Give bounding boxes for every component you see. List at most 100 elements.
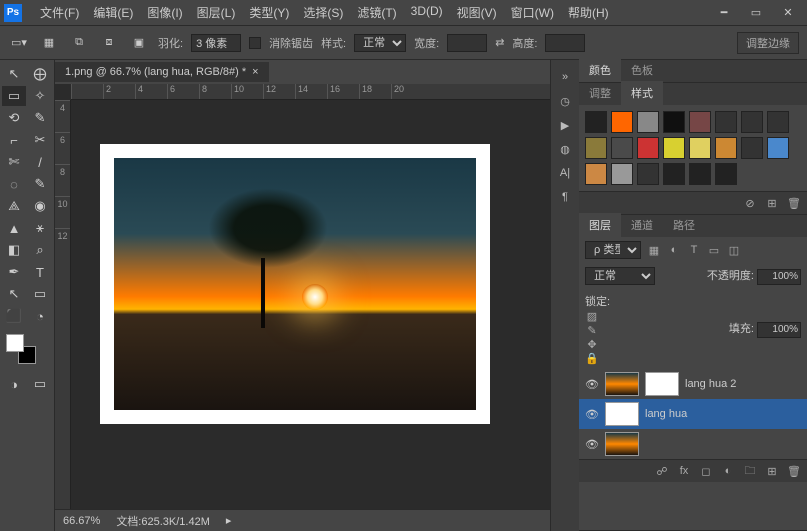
style-swatch[interactable] (611, 137, 633, 159)
quickmask-button[interactable]: ◑ (2, 374, 26, 394)
menu-item[interactable]: 选择(S) (297, 0, 349, 25)
menu-item[interactable]: 帮助(H) (562, 0, 615, 25)
delete-style-icon[interactable]: 🗑 (787, 196, 801, 210)
menu-item[interactable]: 滤镜(T) (351, 0, 402, 25)
menu-item[interactable]: 3D(D) (405, 0, 449, 25)
layer-thumbnail[interactable] (605, 372, 639, 396)
layer-thumbnail[interactable] (605, 402, 639, 426)
tool-button[interactable]: ⟲ (2, 108, 26, 128)
style-swatch[interactable] (611, 111, 633, 133)
menu-item[interactable]: 文件(F) (34, 0, 85, 25)
menu-item[interactable]: 窗口(W) (505, 0, 560, 25)
style-swatch[interactable] (585, 163, 607, 185)
filter-shape-icon[interactable]: ▭ (707, 243, 721, 257)
canvas[interactable] (100, 144, 490, 424)
style-select[interactable]: 正常 (354, 34, 406, 52)
layer-row[interactable]: 👁 (579, 429, 807, 459)
tool-button[interactable]: / (28, 152, 52, 172)
zoom-display[interactable]: 66.67% (63, 515, 100, 527)
style-swatch[interactable] (715, 163, 737, 185)
tool-button[interactable]: ⟁ (2, 196, 26, 216)
layer-fx-icon[interactable]: fx (677, 464, 691, 478)
tool-button[interactable]: ✄ (2, 152, 26, 172)
new-layer-icon[interactable]: ⊞ (765, 464, 779, 478)
style-swatch[interactable] (715, 111, 737, 133)
visibility-icon[interactable]: 👁 (585, 378, 599, 391)
menu-item[interactable]: 视图(V) (451, 0, 503, 25)
fill-input[interactable] (757, 322, 801, 338)
style-swatch[interactable] (741, 111, 763, 133)
style-swatch[interactable] (663, 163, 685, 185)
layer-name[interactable]: lang hua (645, 408, 687, 420)
style-swatch[interactable] (689, 111, 711, 133)
style-swatch[interactable] (741, 137, 763, 159)
styles-tab[interactable]: 样式 (621, 81, 663, 105)
antialias-checkbox[interactable] (249, 37, 261, 49)
menu-item[interactable]: 图层(L) (191, 0, 242, 25)
tool-button[interactable]: ◌ (2, 174, 26, 194)
style-swatch[interactable] (689, 163, 711, 185)
style-swatch[interactable] (689, 137, 711, 159)
tool-button[interactable]: ✒ (2, 262, 26, 282)
tool-button[interactable]: ⚹ (28, 218, 52, 238)
layer-row[interactable]: 👁 lang hua 2 (579, 369, 807, 399)
style-swatch[interactable] (611, 163, 633, 185)
filter-pixel-icon[interactable]: ▦ (647, 243, 661, 257)
document-tab[interactable]: 1.png @ 66.7% (lang hua, RGB/8#) * × (55, 62, 269, 82)
visibility-icon[interactable]: 👁 (585, 408, 599, 421)
canvas-viewport[interactable]: 2468101214161820 4681012 (55, 84, 550, 509)
lock-pixel-icon[interactable]: ✎ (585, 323, 599, 337)
visibility-icon[interactable]: 👁 (585, 438, 599, 451)
layer-name[interactable]: lang hua 2 (685, 378, 736, 390)
tool-button[interactable]: ◧ (2, 240, 26, 260)
refine-edge-button[interactable]: 调整边缘 (737, 32, 799, 54)
filter-adjust-icon[interactable]: ◐ (667, 243, 681, 257)
opacity-input[interactable] (757, 269, 801, 285)
selection-sub-icon[interactable]: ⧈ (98, 32, 120, 54)
group-icon[interactable]: 🗀 (743, 464, 757, 478)
mask-thumbnail[interactable] (645, 372, 679, 396)
tool-button[interactable]: ↖ (2, 64, 26, 84)
expand-icon[interactable]: » (553, 66, 577, 88)
style-swatch[interactable] (663, 137, 685, 159)
style-swatch[interactable] (637, 163, 659, 185)
tool-button[interactable]: ✎ (28, 108, 52, 128)
selection-add-icon[interactable]: ⧉ (68, 32, 90, 54)
delete-layer-icon[interactable]: 🗑 (787, 464, 801, 478)
tool-button[interactable]: ⌐ (2, 130, 26, 150)
style-swatch[interactable] (663, 111, 685, 133)
selection-intersect-icon[interactable]: ▣ (128, 32, 150, 54)
tool-button[interactable]: ⬛ (2, 306, 26, 326)
tool-button[interactable]: ▭ (28, 284, 52, 304)
history-icon[interactable]: ◷ (553, 90, 577, 112)
width-input[interactable] (447, 34, 487, 52)
tool-button[interactable]: ✂ (28, 130, 52, 150)
lock-all-icon[interactable]: 🔒 (585, 351, 599, 365)
tool-button[interactable]: ▭ (2, 86, 26, 106)
minimize-button[interactable]: ━ (709, 4, 739, 22)
marquee-tool-icon[interactable]: ▭▾ (8, 32, 30, 54)
paths-tab[interactable]: 路径 (663, 213, 705, 237)
swap-icon[interactable]: ⇄ (495, 36, 504, 49)
type-icon[interactable]: A| (553, 162, 577, 184)
tool-button[interactable]: ✎ (28, 174, 52, 194)
style-swatch[interactable] (585, 111, 607, 133)
tool-button[interactable]: ◉ (28, 196, 52, 216)
swatches-tab[interactable]: 色板 (621, 58, 663, 82)
feather-input[interactable] (191, 34, 241, 52)
tool-button[interactable]: T (28, 262, 52, 282)
blend-mode-select[interactable]: 正常 (585, 267, 655, 285)
status-menu-icon[interactable]: ▸ (226, 514, 232, 527)
tab-close-icon[interactable]: × (252, 66, 258, 78)
lock-pos-icon[interactable]: ✥ (585, 337, 599, 351)
menu-item[interactable]: 编辑(E) (87, 0, 139, 25)
tool-button[interactable]: ⌕ (28, 240, 52, 260)
selection-new-icon[interactable]: ▦ (38, 32, 60, 54)
adjustments-tab[interactable]: 调整 (579, 81, 621, 105)
style-swatch[interactable] (637, 111, 659, 133)
height-input[interactable] (545, 34, 585, 52)
tool-button[interactable]: ✧ (28, 86, 52, 106)
lock-trans-icon[interactable]: ▨ (585, 309, 599, 323)
link-layers-icon[interactable]: ☍ (655, 464, 669, 478)
tool-button[interactable]: ◔ (28, 306, 52, 326)
